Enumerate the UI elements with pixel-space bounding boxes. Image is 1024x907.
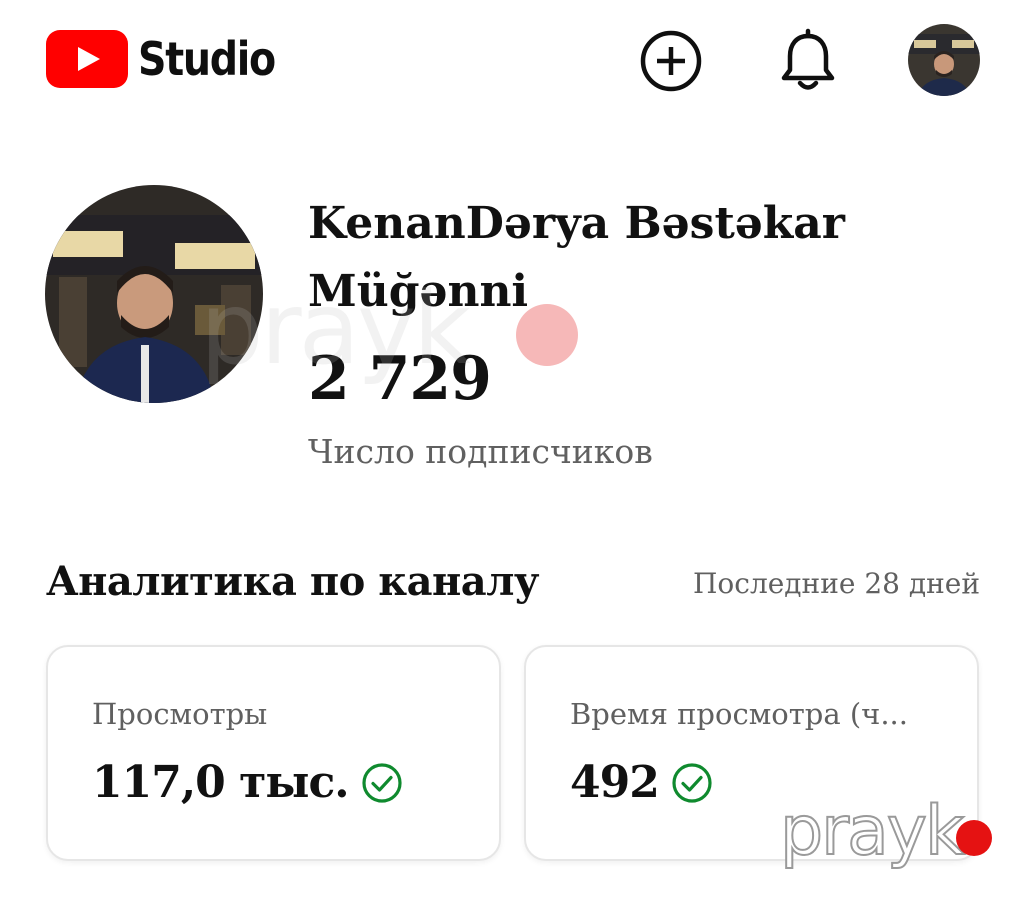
check-circle-icon bbox=[672, 762, 712, 803]
subscriber-label: Число подписчиков bbox=[308, 432, 653, 471]
analytics-period[interactable]: Последние 28 дней bbox=[693, 567, 980, 600]
create-button[interactable] bbox=[638, 28, 704, 94]
avatar-photo bbox=[908, 24, 980, 96]
watermark-center: prayk bbox=[200, 270, 471, 387]
watermark-dot-center bbox=[516, 304, 578, 366]
notifications-button[interactable] bbox=[775, 28, 841, 94]
card-value-row: 117,0 тыс. bbox=[92, 757, 403, 808]
card-value-row: 492 bbox=[570, 757, 713, 808]
views-card[interactable]: Просмотры 117,0 тыс. bbox=[46, 645, 501, 861]
check-circle-icon bbox=[361, 762, 402, 803]
watermark-corner: prayk bbox=[779, 791, 965, 872]
youtube-play-icon bbox=[46, 30, 128, 88]
analytics-title: Аналитика по каналу bbox=[46, 558, 540, 605]
youtube-studio-screen: Studio KenanDərya Bəstəkar Müğənni 2 729… bbox=[0, 0, 1024, 907]
top-app-bar: Studio bbox=[0, 0, 1024, 120]
card-label: Просмотры bbox=[92, 697, 268, 731]
card-value: 492 bbox=[570, 757, 660, 808]
bell-icon bbox=[781, 28, 835, 90]
watermark-dot-corner bbox=[956, 820, 992, 856]
youtube-studio-logo[interactable]: Studio bbox=[46, 30, 297, 88]
create-plus-icon bbox=[640, 30, 702, 92]
card-value: 117,0 тыс. bbox=[92, 757, 350, 808]
logo-text: Studio bbox=[138, 32, 276, 86]
account-avatar[interactable] bbox=[908, 24, 980, 96]
card-label: Время просмотра (ч... bbox=[570, 697, 908, 731]
